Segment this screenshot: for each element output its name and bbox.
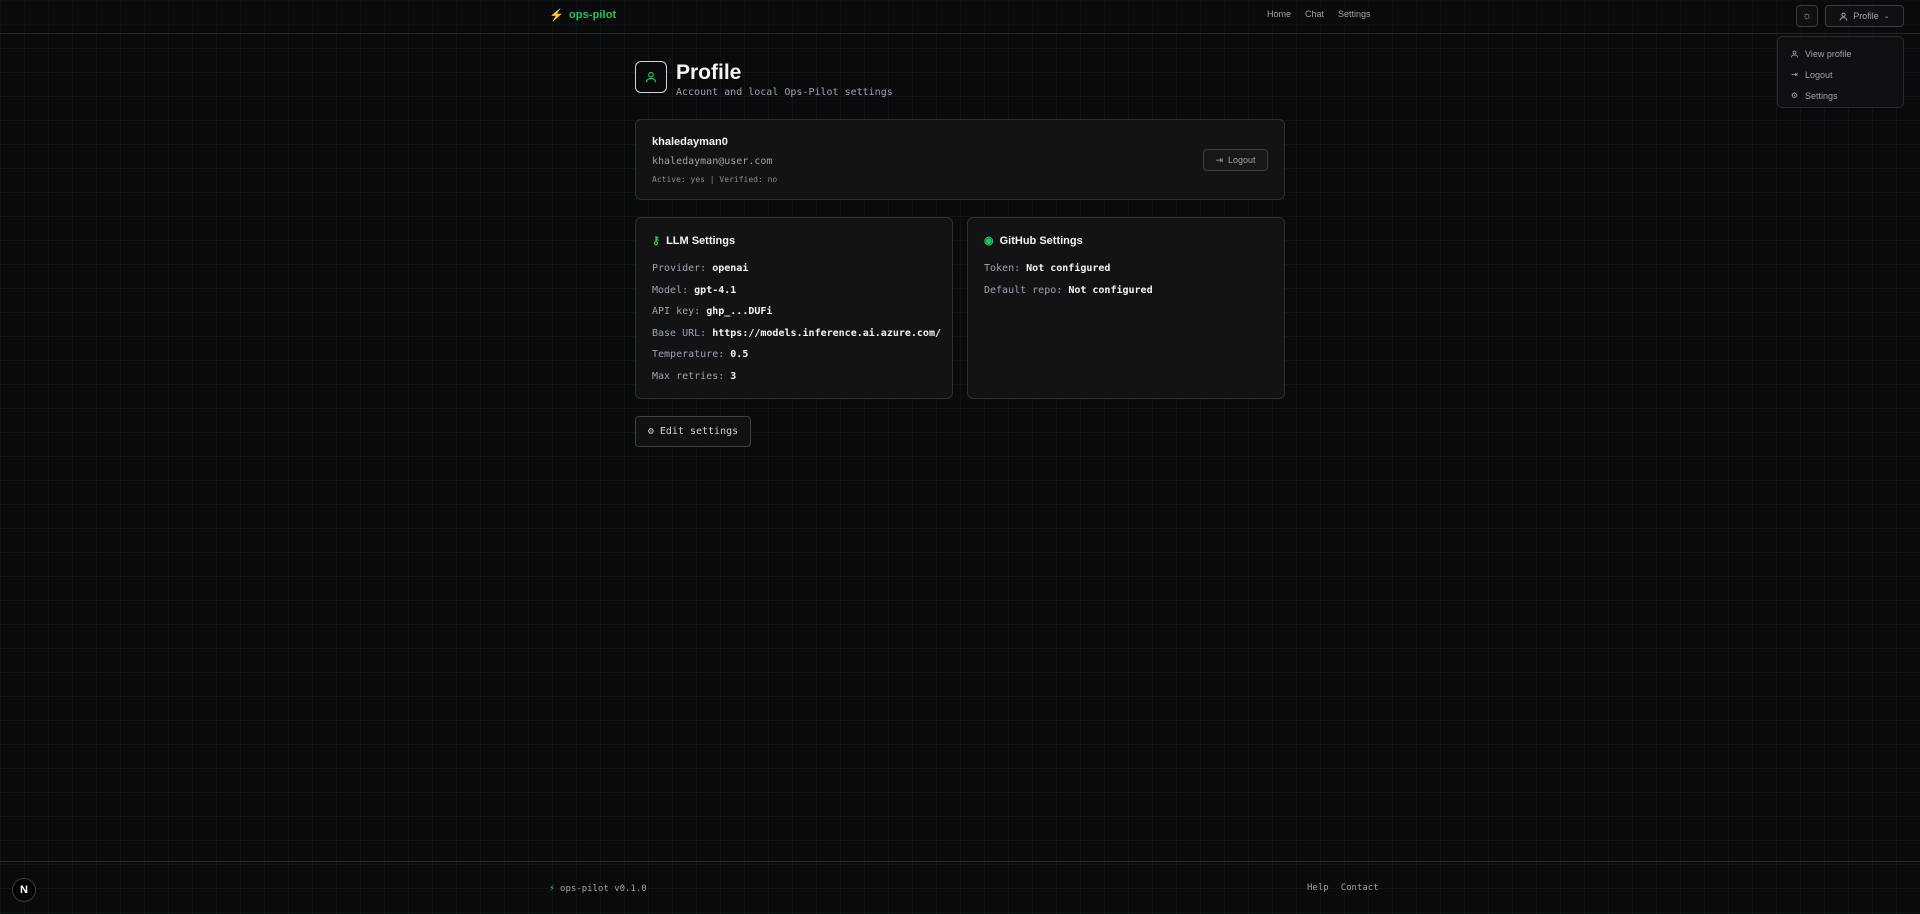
bolt-icon: ⚡ [549,883,556,894]
brand-name: ops-pilot [568,9,617,21]
menu-item-label: View profile [1805,48,1852,59]
menu-item-settings[interactable]: ⚙ Settings [1786,85,1895,106]
menu-item-label: Settings [1805,90,1838,101]
nav-home[interactable]: Home [1267,9,1291,19]
profile-menu-button[interactable]: Profile ⌄ [1825,5,1904,27]
user-icon [645,71,657,83]
card-title-text: LLM Settings [666,234,736,247]
logout-icon: ⇥ [1791,70,1798,79]
page-subtitle: Account and local Ops-Pilot settings [676,87,893,98]
gear-icon: ⚙ [647,426,654,437]
setting-api-key: API key: ghp_...DUFi [652,306,773,317]
theme-toggle-button[interactable]: ☼ [1796,5,1818,27]
llm-settings-card: ⚷ LLM Settings Provider: openai Model: g… [635,217,953,399]
user-info-card: khaledayman0 khaledayman@user.com Active… [635,119,1285,200]
profile-dropdown-menu: View profile ⇥ Logout ⚙ Settings [1777,36,1904,108]
setting-temperature: Temperature: 0.5 [652,349,749,360]
profile-menu-label: Profile [1853,11,1879,21]
top-navbar: ⚡ ops-pilot Home Chat Settings ☼ Profile… [0,0,1920,34]
menu-item-label: Logout [1805,69,1833,80]
github-icon: ◉ [984,235,994,247]
edit-settings-label: Edit settings [659,426,739,437]
page-header: Profile Account and local Ops-Pilot sett… [635,61,893,98]
setting-model: Model: gpt-4.1 [652,284,737,296]
key-icon: ⚷ [652,235,661,247]
user-icon [1839,12,1848,20]
llm-settings-list: Provider: openai Model: gpt-4.1 API key:… [652,258,941,387]
footer-version: ops-pilot v0.1.0 [560,883,647,894]
user-icon [1791,50,1798,58]
main-nav: Home Chat Settings [1267,9,1371,19]
chevron-down-icon: ⌄ [1883,13,1890,20]
sun-icon: ☼ [1801,10,1813,22]
username: khaledayman0 [652,136,728,148]
setting-default-repo: Default repo: Not configured [984,284,1153,296]
user-email: khaledayman@user.com [652,156,773,167]
user-status: Active: yes | Verified: no [652,175,778,184]
github-settings-list: Token: Not configured Default repo: Not … [984,258,1268,301]
footer-links: Help Contact [1307,883,1379,893]
setting-token: Token: Not configured [984,263,1111,274]
edit-settings-button[interactable]: ⚙ Edit settings [635,416,751,447]
logout-button[interactable]: ⇥ Logout [1203,149,1268,171]
footer-brand: ⚡ ops-pilot v0.1.0 [549,883,647,894]
logout-label: Logout [1228,155,1256,165]
llm-settings-title: ⚷ LLM Settings [652,234,936,248]
brand-logo[interactable]: ⚡ ops-pilot [549,8,616,22]
setting-provider: Provider: openai [652,263,749,274]
setting-max-retries: Max retries: 3 [652,370,737,382]
card-title-text: GitHub Settings [999,234,1083,247]
menu-item-view-profile[interactable]: View profile [1786,43,1895,64]
bolt-icon: ⚡ [549,8,564,22]
footer: ⚡ ops-pilot v0.1.0 Help Contact [0,861,1920,914]
gear-icon: ⚙ [1790,91,1799,100]
avatar [635,61,667,93]
menu-item-logout[interactable]: ⇥ Logout [1786,64,1895,85]
footer-help-link[interactable]: Help [1307,883,1329,893]
github-settings-title: ◉ GitHub Settings [984,234,1268,248]
page-title: Profile [676,61,742,84]
footer-contact-link[interactable]: Contact [1341,883,1379,893]
setting-base-url: Base URL: https://models.inference.ai.az… [652,327,941,339]
github-settings-card: ◉ GitHub Settings Token: Not configured … [967,217,1285,399]
nav-chat[interactable]: Chat [1305,9,1324,19]
logout-icon: ⇥ [1215,154,1223,165]
nav-settings[interactable]: Settings [1338,9,1371,19]
nextjs-devtools-badge[interactable]: N [12,878,36,902]
